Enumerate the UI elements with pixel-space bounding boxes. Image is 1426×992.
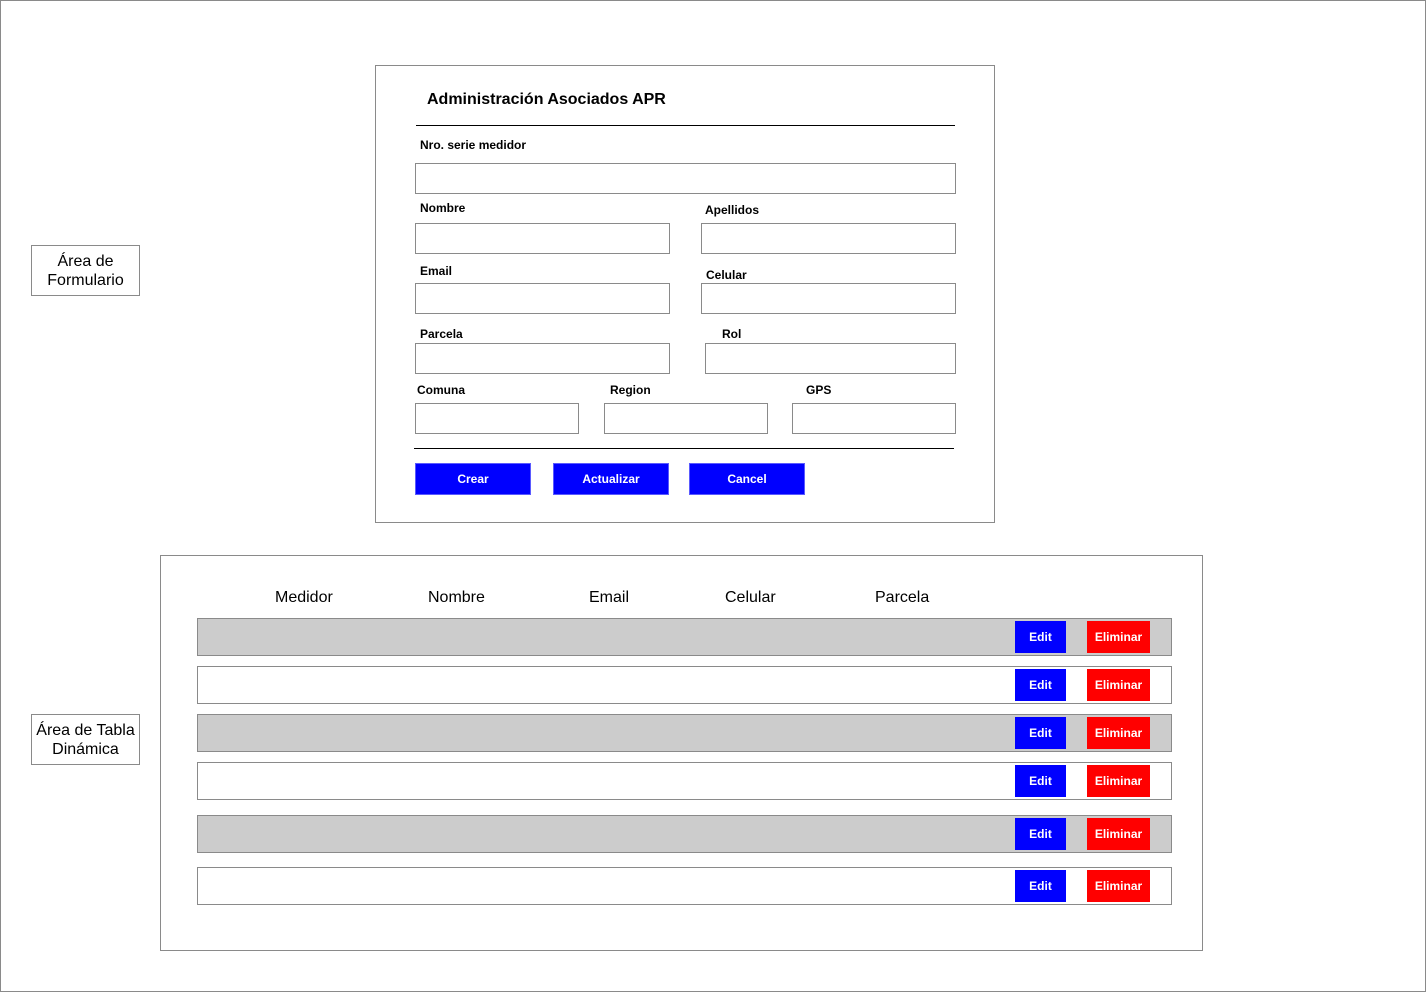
edit-button[interactable]: Edit [1015,621,1066,653]
delete-button[interactable]: Eliminar [1087,870,1150,902]
form-title: Administración Asociados APR [427,91,666,108]
commune-input[interactable] [415,403,579,434]
surname-input[interactable] [701,223,956,254]
edit-button[interactable]: Edit [1015,669,1066,701]
delete-button[interactable]: Eliminar [1087,717,1150,749]
table-row: Edit Eliminar [197,815,1172,853]
buttons-divider [414,448,954,449]
column-header-email: Email [589,589,630,606]
edit-button[interactable]: Edit [1015,765,1066,797]
delete-button[interactable]: Eliminar [1087,818,1150,850]
table-area-label: Área de Tabla Dinámica [31,714,140,765]
column-header-nombre: Nombre [428,589,485,606]
surname-label: Apellidos [705,203,760,217]
meter-serial-input[interactable] [415,163,956,194]
role-label: Rol [722,327,742,341]
delete-button[interactable]: Eliminar [1087,669,1150,701]
form-area-label: Área de Formulario [31,245,140,296]
column-header-celular: Celular [725,589,776,606]
role-input[interactable] [705,343,956,374]
meter-serial-label: Nro. serie medidor [420,138,527,152]
table-row: Edit Eliminar [197,867,1172,905]
edit-button[interactable]: Edit [1015,717,1066,749]
table-panel: Medidor Nombre Email Celular Parcela Edi… [160,555,1203,951]
table-row: Edit Eliminar [197,714,1172,752]
table-row: Edit Eliminar [197,666,1172,704]
edit-button[interactable]: Edit [1015,870,1066,902]
gps-label: GPS [806,383,832,397]
parcel-input[interactable] [415,343,670,374]
create-button[interactable]: Crear [415,463,531,495]
update-button[interactable]: Actualizar [553,463,669,495]
delete-button[interactable]: Eliminar [1087,621,1150,653]
column-header-parcela: Parcela [875,589,930,606]
email-label: Email [420,264,453,278]
form-panel: Administración Asociados APR Nro. serie … [375,65,995,523]
table-row: Edit Eliminar [197,618,1172,656]
edit-button[interactable]: Edit [1015,818,1066,850]
parcel-label: Parcela [420,327,463,341]
title-divider [416,125,955,126]
name-input[interactable] [415,223,670,254]
phone-input[interactable] [701,283,956,314]
delete-button[interactable]: Eliminar [1087,765,1150,797]
table-row: Edit Eliminar [197,762,1172,800]
gps-input[interactable] [792,403,956,434]
commune-label: Comuna [417,383,465,397]
region-input[interactable] [604,403,768,434]
email-input[interactable] [415,283,670,314]
name-label: Nombre [420,201,466,215]
region-label: Region [610,383,651,397]
phone-label: Celular [706,268,747,282]
column-header-medidor: Medidor [275,589,333,606]
cancel-button[interactable]: Cancel [689,463,805,495]
